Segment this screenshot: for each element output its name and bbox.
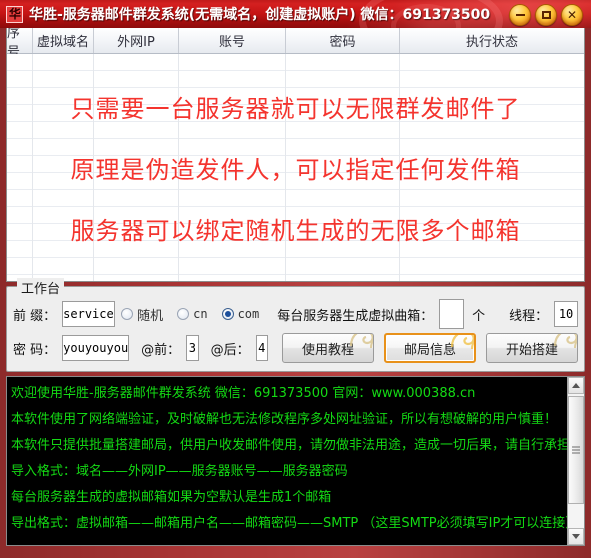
radio-suffix-cn-label: cn — [193, 307, 208, 321]
tutorial-button[interactable]: 使用教程 — [281, 333, 374, 363]
log-console: 欢迎使用华胜-服务器邮件群发系统 微信：691373500 官网：www.000… — [6, 376, 585, 546]
start-build-button[interactable]: 开始搭建 — [485, 333, 578, 363]
log-line: 本软件只提供批量搭建邮局，供用户收发邮件使用，请勿做非法用途，造成一切后果，请自… — [11, 438, 567, 453]
server-table: 序号 虚拟域名 外网IP 账号 密码 执行状态 只需要一台服务器就可以无限群发邮… — [6, 28, 585, 282]
log-line: 导入格式：域名——外网IP——服务器账号——服务器密码 — [11, 464, 348, 479]
scrollbar-track[interactable] — [568, 394, 584, 528]
start-build-button-label: 开始搭建 — [505, 342, 558, 358]
scroll-up-button[interactable] — [568, 377, 584, 394]
log-console-text[interactable]: 欢迎使用华胜-服务器邮件群发系统 微信：691373500 官网：www.000… — [7, 377, 567, 545]
post-office-info-button[interactable]: 邮局信息 — [383, 333, 476, 363]
prefix-label: 前 缀： — [13, 308, 57, 324]
table-body[interactable]: 只需要一台服务器就可以无限群发邮件了 原理是伪造发件人，可以指定任何发件箱 服务… — [7, 54, 584, 281]
table-header-row: 序号 虚拟域名 外网IP 账号 密码 执行状态 — [7, 28, 584, 60]
mailbox-count-input[interactable] — [439, 299, 465, 329]
window-controls: ✕ — [509, 4, 583, 26]
log-line: 每台服务器生成的虚拟邮箱如果为空默认是生成1个邮箱 — [11, 490, 332, 505]
at-after-label: @后： — [210, 342, 250, 358]
mailbox-count-label: 每台服务器生成虚拟曲箱： — [277, 308, 434, 324]
minimize-button[interactable] — [509, 4, 531, 26]
table-column-dividers — [7, 54, 584, 281]
radio-dot-icon — [177, 308, 190, 320]
table-column-header-account[interactable]: 账号 — [179, 28, 286, 53]
workbench-row-1: 前 缀： service 随机 cn com 每台服务器生成虚拟曲箱： 个 线程… — [7, 297, 584, 331]
thread-label: 线程： — [509, 308, 549, 324]
window-title: 华胜-服务器邮件群发系统(无需域名，创建虚拟账户) 微信：691373500 — [29, 7, 491, 23]
scroll-down-button[interactable] — [568, 528, 584, 545]
workbench-panel: 工作台 前 缀： service 随机 cn com 每台服务器生成虚拟曲箱： … — [6, 278, 585, 372]
grip-icon — [572, 446, 580, 454]
chevron-down-icon — [572, 534, 580, 539]
title-bar: 华 华胜-服务器邮件群发系统(无需域名，创建虚拟账户) 微信：691373500… — [0, 0, 591, 28]
tutorial-button-label: 使用教程 — [301, 342, 354, 358]
post-office-info-button-label: 邮局信息 — [403, 342, 456, 358]
password-label: 密 码： — [13, 342, 57, 358]
application-window: 华 华胜-服务器邮件群发系统(无需域名，创建虚拟账户) 微信：691373500… — [0, 0, 591, 558]
log-line: 本软件使用了网络端验证，及时破解也无法修改程序多处网址验证，所以有想破解的用户慎… — [11, 412, 558, 427]
radio-dot-icon — [121, 308, 134, 320]
chevron-up-icon — [572, 383, 580, 388]
log-line: 欢迎使用华胜-服务器邮件群发系统 微信：691373500 官网：www.000… — [11, 386, 476, 401]
mailbox-count-unit: 个 — [472, 308, 486, 324]
radio-suffix-cn[interactable]: cn — [177, 307, 208, 321]
radio-suffix-com-label: com — [237, 307, 260, 321]
log-scrollbar[interactable] — [567, 377, 584, 545]
table-column-header-domain[interactable]: 虚拟域名 — [33, 28, 94, 53]
table-column-header-status[interactable]: 执行状态 — [400, 28, 584, 53]
table-column-header-ip[interactable]: 外网IP — [94, 28, 179, 53]
log-line: 导出格式：虚拟邮箱——邮箱用户名——邮箱密码——SMTP （这里SMTP必须填写… — [11, 516, 567, 531]
table-column-header-index[interactable]: 序号 — [7, 28, 33, 60]
password-input[interactable]: youyouyou — [62, 335, 130, 361]
thread-input[interactable]: 10 — [554, 301, 578, 327]
scrollbar-thumb[interactable] — [568, 396, 584, 504]
at-before-label: @前： — [141, 342, 181, 358]
radio-dot-icon — [221, 308, 234, 320]
prefix-input[interactable]: service — [62, 301, 115, 327]
radio-suffix-com[interactable]: com — [221, 307, 260, 321]
at-before-input[interactable]: 3 — [186, 335, 199, 361]
table-column-header-password[interactable]: 密码 — [286, 28, 400, 53]
maximize-button[interactable] — [535, 4, 557, 26]
radio-suffix-random-label: 随机 — [137, 308, 164, 324]
at-after-input[interactable]: 4 — [255, 335, 268, 361]
workbench-legend: 工作台 — [17, 278, 65, 297]
close-button[interactable]: ✕ — [561, 4, 583, 26]
app-logo-icon: 华 — [6, 5, 23, 23]
workbench-row-2: 密 码： youyouyou @前： 3 @后： 4 使用教程 邮局信息 开始搭… — [7, 331, 584, 365]
radio-suffix-random[interactable]: 随机 — [121, 305, 163, 324]
